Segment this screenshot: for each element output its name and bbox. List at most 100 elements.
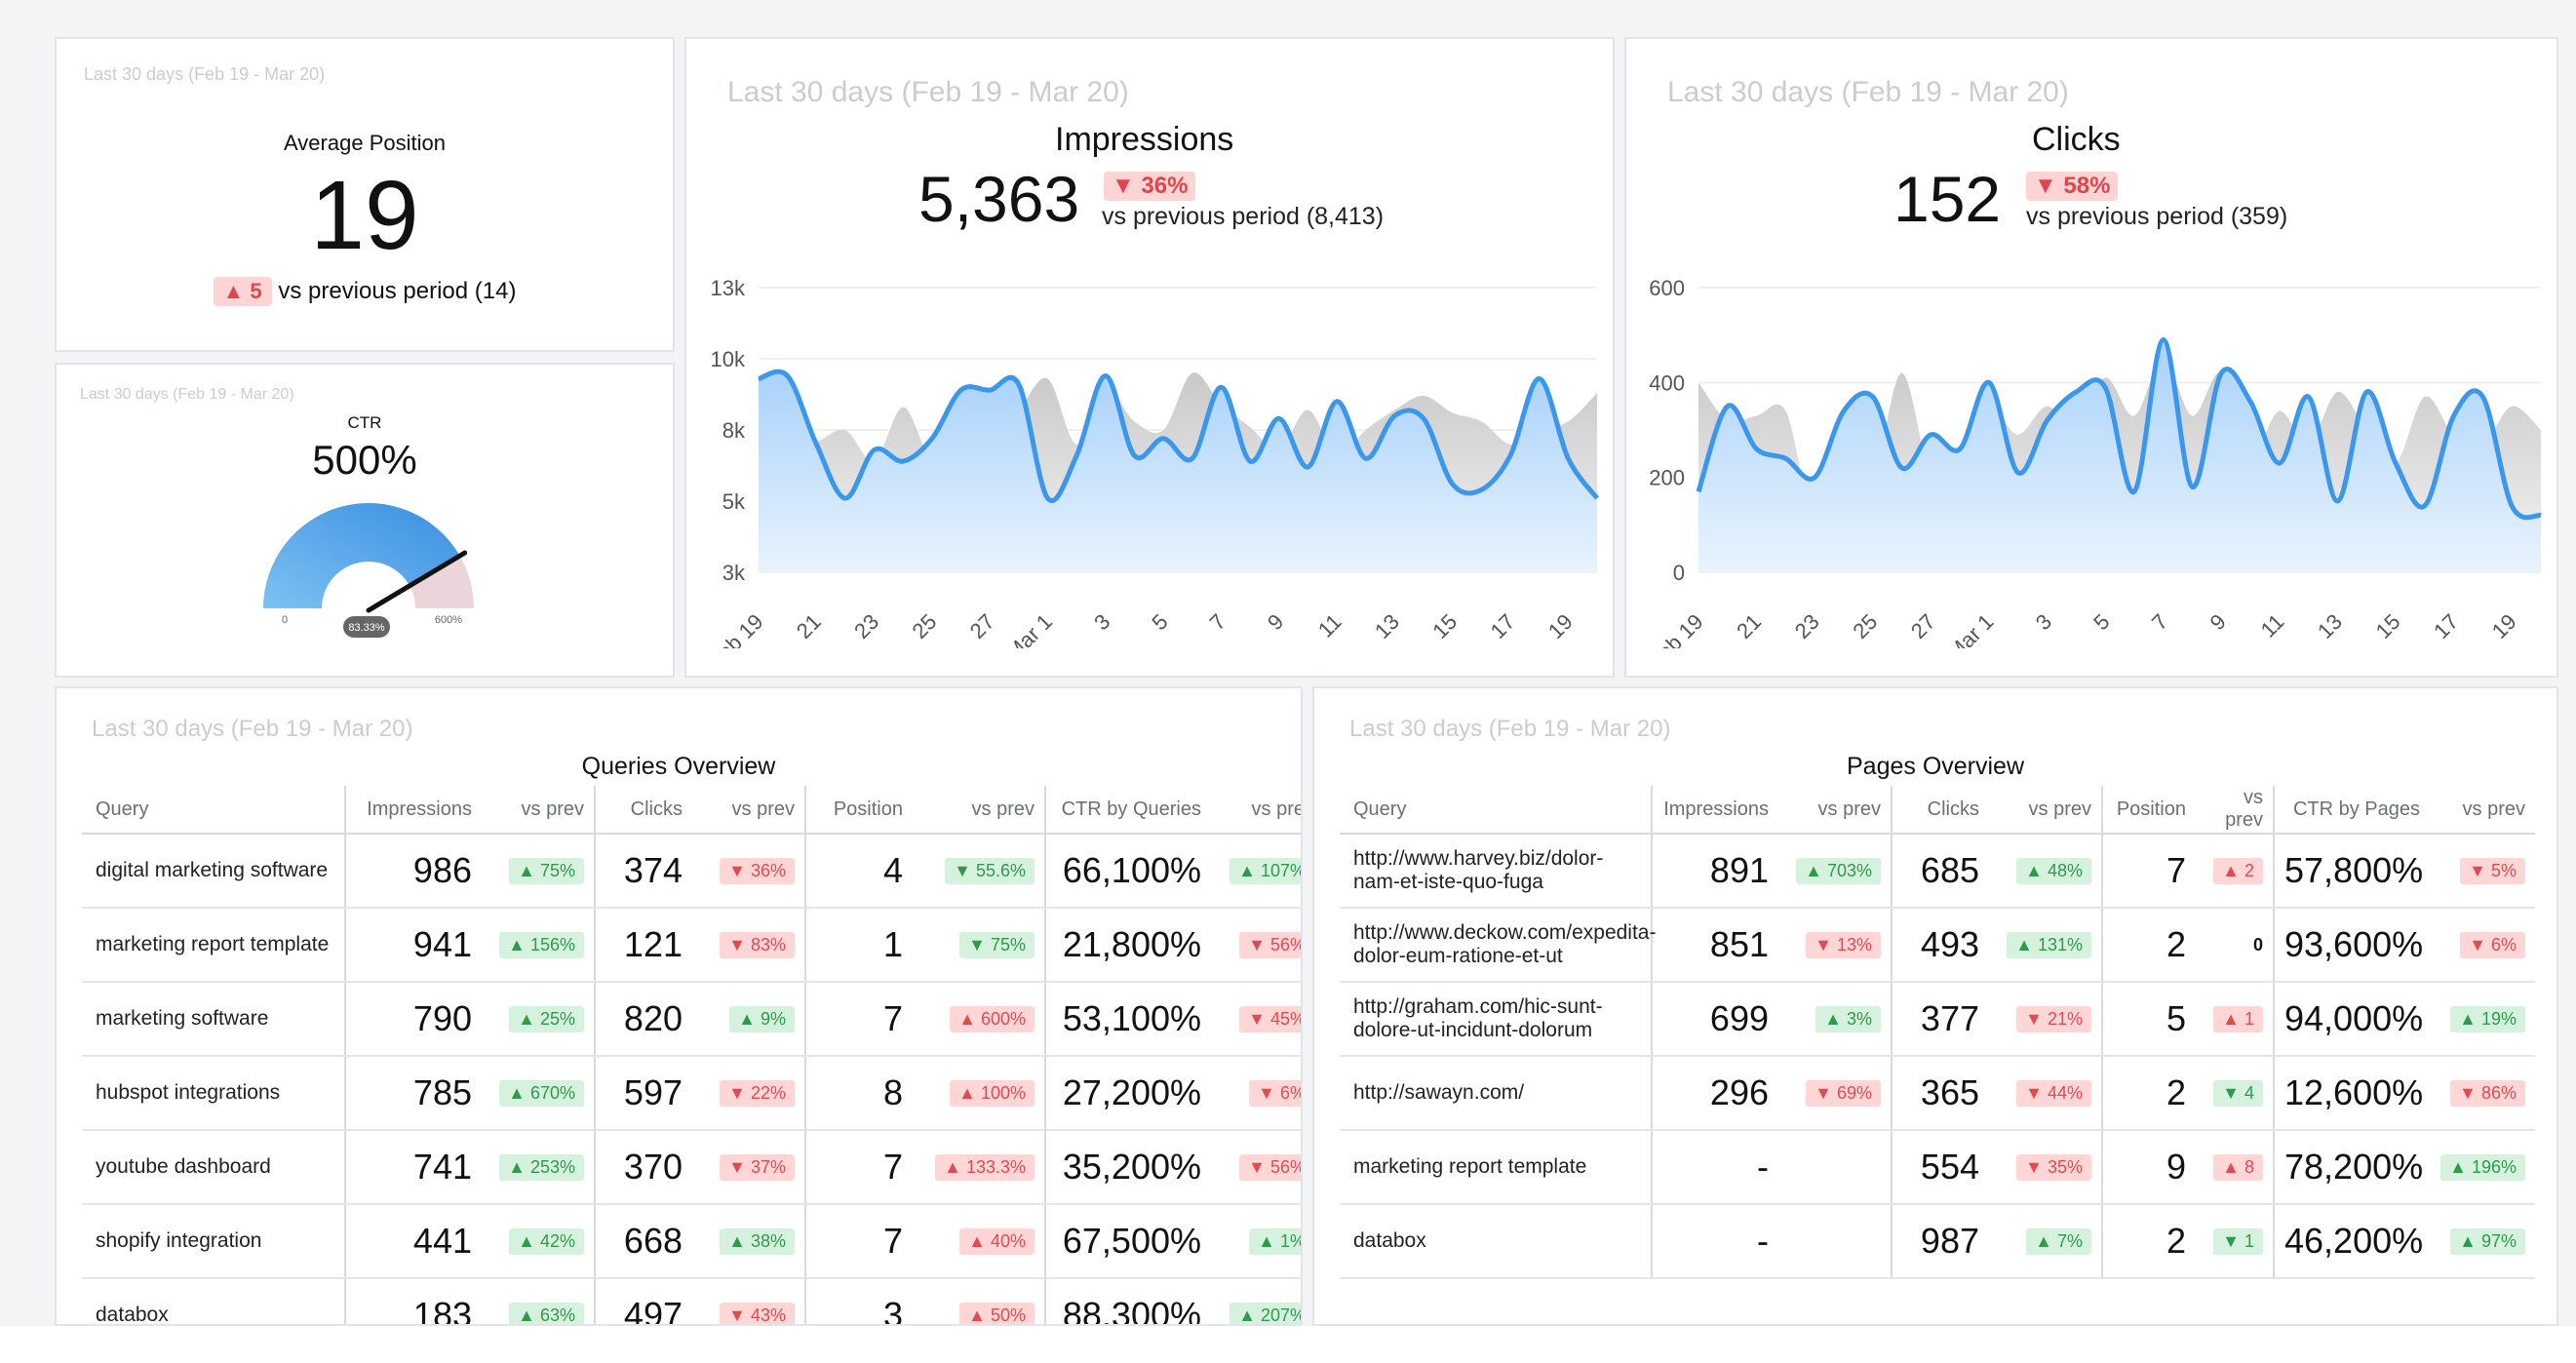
x-tick-label: 11 xyxy=(2256,609,2289,643)
change-pill: ▲ 207% xyxy=(1229,1302,1301,1324)
x-tick-label: 13 xyxy=(2313,609,2347,643)
ctr-value: 94,000% xyxy=(2274,982,2430,1057)
x-tick-label: 5 xyxy=(2088,609,2114,635)
x-tick-label: 7 xyxy=(1205,609,1230,635)
column-header[interactable]: vs prev xyxy=(2430,786,2535,835)
ctr-change: ▲ 207% xyxy=(1211,1278,1301,1324)
table-row[interactable]: http://www.harvey.biz/dolor-nam-et-iste-… xyxy=(1340,834,2535,909)
column-header[interactable]: Query xyxy=(1340,786,1653,835)
change-pill: ▼ 44% xyxy=(2016,1079,2091,1107)
metric-value: 19 xyxy=(310,161,419,270)
table-row[interactable]: databox 183 ▲ 63% 497 ▼ 43% 3 ▲ 50% 88,300% ▲ 20… xyxy=(82,1278,1301,1324)
clicks-change: ▼ 21% xyxy=(1989,982,2103,1057)
impressions-change: ▲ 25% xyxy=(482,982,596,1057)
metric-value: 500% xyxy=(312,437,417,483)
impressions-change: ▲ 75% xyxy=(482,834,596,909)
gauge-marker-label: 83.33% xyxy=(348,622,385,634)
clicks-change: ▼ 36% xyxy=(692,834,806,909)
row-label: youtube dashboard xyxy=(82,1130,346,1205)
ctr-change: ▲ 196% xyxy=(2430,1130,2535,1205)
table-row[interactable]: http://sawayn.com/296 ▼ 69% 365 ▼ 44% 2 ▼ 4 12… xyxy=(1340,1056,2535,1131)
x-tick-label: 3 xyxy=(1089,609,1114,635)
clicks-value: 377 xyxy=(1892,982,1989,1057)
column-header[interactable]: Clicks xyxy=(595,786,692,835)
change-pill: ▲ 600% xyxy=(950,1005,1034,1032)
position-value: 2 xyxy=(2102,1204,2196,1279)
column-header[interactable]: vs prev xyxy=(913,786,1046,835)
impressions-value: 441 xyxy=(345,1204,482,1279)
table-row[interactable]: marketing software 790 ▲ 25% 820 ▲ 9% 7 ▲ 600%… xyxy=(82,982,1301,1057)
change-pill: ▲ 3% xyxy=(1815,1005,1881,1032)
position-value: 5 xyxy=(2102,982,2196,1057)
clicks-value: 668 xyxy=(595,1204,692,1279)
table-row[interactable]: shopify integration 441 ▲ 42% 668 ▲ 38% 7 ▲ 40… xyxy=(82,1204,1301,1279)
change-pill: ▲ 63% xyxy=(509,1302,584,1324)
change-pill: ▼ 43% xyxy=(720,1302,795,1324)
table-row[interactable]: databox - 987 ▲ 7% 2 ▼ 1 46,200% ▲ 97% xyxy=(1340,1204,2535,1279)
change-pill: ▼ 4 xyxy=(2213,1079,2263,1107)
position-change: 0 xyxy=(2196,908,2275,983)
column-header[interactable]: vs prev xyxy=(482,786,596,835)
impressions-change: ▲ 670% xyxy=(482,1056,596,1131)
table-row[interactable]: hubspot integrations 785 ▲ 670% 597 ▼ 22% 8 ▲ … xyxy=(82,1056,1301,1131)
x-tick-label: 19 xyxy=(1543,609,1578,643)
table-row[interactable]: digital marketing software 986 ▲ 75% 374 ▼ 3… xyxy=(82,834,1301,909)
column-header[interactable]: vs prev xyxy=(2196,786,2275,835)
change-badge: ▲ 5 xyxy=(213,277,272,306)
table-row[interactable]: youtube dashboard 741 ▲ 253% 370 ▼ 37% 7 ▲ 133… xyxy=(82,1130,1301,1205)
ctr-change: ▼ 45% xyxy=(1211,982,1301,1057)
impressions-change: ▲ 156% xyxy=(482,908,596,983)
ctr-value: 12,600% xyxy=(2274,1056,2430,1131)
metric-title: CTR xyxy=(347,413,382,432)
column-header[interactable]: vs prev xyxy=(1989,786,2103,835)
ctr-value: 88,300% xyxy=(1045,1278,1211,1324)
ctr-value: 93,600% xyxy=(2274,908,2430,983)
change-pill: ▲ 670% xyxy=(499,1079,584,1107)
column-header[interactable]: Impressions xyxy=(345,786,482,835)
table-title: Queries Overview xyxy=(581,753,776,780)
clicks-value: 121 xyxy=(595,908,692,983)
position-change: ▲ 133.3% xyxy=(913,1130,1046,1205)
change-pill: ▼ 69% xyxy=(1806,1079,1881,1107)
ctr-change: ▼ 5% xyxy=(2430,834,2535,909)
impressions-change: ▲ 253% xyxy=(482,1130,596,1205)
column-header[interactable]: Impressions xyxy=(1652,786,1778,835)
column-header[interactable]: vs prev xyxy=(1211,786,1301,835)
x-tick-label: 17 xyxy=(2429,609,2463,643)
column-header[interactable]: vs prev xyxy=(692,786,806,835)
x-tick-label: 21 xyxy=(792,609,826,643)
change-pill: ▲ 131% xyxy=(2007,931,2091,958)
period-label: Last 30 days (Feb 19 - Mar 20) xyxy=(80,386,294,403)
change-pill: ▼ 45% xyxy=(1239,1005,1301,1032)
ctr-change: ▲ 97% xyxy=(2430,1204,2535,1279)
clicks-change: ▼ 35% xyxy=(1989,1130,2103,1205)
table-row[interactable]: marketing report template - 554 ▼ 35% 9 ▲ 8 78… xyxy=(1340,1130,2535,1205)
ctr-change: ▼ 56% xyxy=(1211,1130,1301,1205)
column-header[interactable]: CTR by Queries xyxy=(1045,786,1211,835)
change-pill: ▲ 7% xyxy=(2026,1227,2091,1255)
column-header[interactable]: Query xyxy=(82,786,346,835)
table-row[interactable]: http://www.deckow.com/expedita-dolor-eum… xyxy=(1340,908,2535,983)
column-header[interactable]: Clicks xyxy=(1892,786,1989,835)
impressions-value: - xyxy=(1652,1130,1778,1205)
change-pill: ▼ 36% xyxy=(720,857,795,884)
table-row[interactable]: marketing report template 941 ▲ 156% 121 ▼ 8… xyxy=(82,908,1301,983)
table-row[interactable]: http://graham.com/hic-sunt-dolore-ut-inc… xyxy=(1340,982,2535,1057)
change-pill: ▼ 83% xyxy=(720,931,795,958)
clicks-value: 497 xyxy=(595,1278,692,1324)
x-tick-label: 15 xyxy=(2371,609,2405,643)
change-pill: ▲ 50% xyxy=(959,1302,1034,1324)
ctr-value: 57,800% xyxy=(2274,834,2430,909)
column-header[interactable]: vs prev xyxy=(1778,786,1893,835)
column-header[interactable]: Position xyxy=(805,786,913,835)
period-label: Last 30 days (Feb 19 - Mar 20) xyxy=(92,716,413,742)
table-header-row: Query Impressions vs prev Clicks vs prev Posi… xyxy=(1340,786,2535,835)
x-tick-label: 25 xyxy=(907,609,941,643)
change-pill: ▲ 1 xyxy=(2213,1005,2263,1032)
column-header[interactable]: CTR by Pages xyxy=(2274,786,2430,835)
x-tick-label: 17 xyxy=(1486,609,1520,643)
period-label: Last 30 days (Feb 19 - Mar 20) xyxy=(84,64,326,84)
position-value: 7 xyxy=(805,982,913,1057)
column-header[interactable]: Position xyxy=(2102,786,2196,835)
metric-value: 5,363 xyxy=(918,163,1080,235)
